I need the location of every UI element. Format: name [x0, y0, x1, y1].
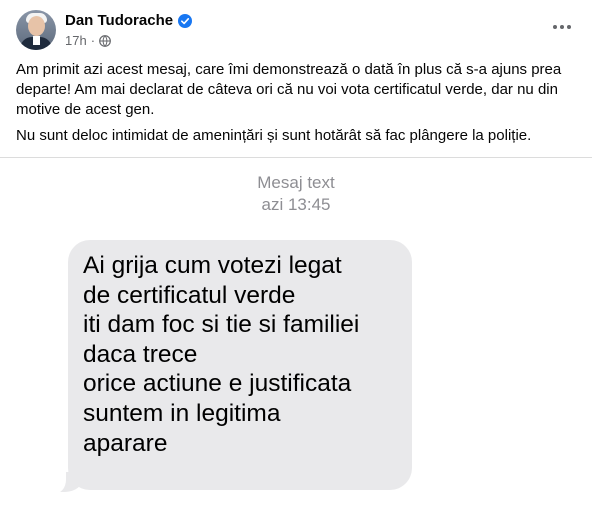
post-header: Dan Tudorache 17h · [16, 8, 193, 52]
post-paragraph: Am primit azi acest mesaj, care îmi demo… [16, 61, 562, 118]
globe-icon[interactable] [99, 34, 111, 47]
author-name[interactable]: Dan Tudorache [65, 12, 173, 29]
more-dot-icon [560, 25, 564, 29]
author-avatar[interactable] [16, 10, 56, 50]
separator-dot: · [90, 33, 96, 48]
message-line: iti dam foc si tie si familiei [83, 311, 360, 339]
message-line: Ai grija cum votezi legat [83, 252, 342, 279]
more-dot-icon [553, 25, 557, 29]
avatar-face [28, 16, 45, 36]
post-paragraph: Nu sunt deloc intimidat de amenințări și… [16, 127, 532, 144]
sms-header-time: azi 13:45 [261, 195, 331, 214]
more-options-button[interactable] [548, 13, 576, 41]
message-line: daca trece [83, 340, 198, 368]
verified-icon [178, 13, 193, 28]
sms-header-label: Mesaj text [257, 173, 335, 192]
author-row: Dan Tudorache [65, 11, 193, 31]
message-line: aparare [83, 429, 168, 457]
message-line: suntem in legitima [83, 399, 281, 427]
message-bubble: Ai grija cum votezi legat de certificatu… [68, 240, 412, 490]
more-dot-icon [567, 25, 571, 29]
post-meta: Dan Tudorache 17h · [65, 11, 193, 50]
post-subline: 17h · [65, 32, 192, 50]
sms-header: Mesaj text azi 13:45 [0, 172, 592, 216]
message-line: orice actiune e justificata [83, 370, 352, 398]
sms-screenshot[interactable]: Mesaj text azi 13:45 Ai grija cum votezi… [0, 158, 592, 516]
message-line: de certificatul verde [83, 281, 296, 309]
post-text: Am primit azi acest mesaj, care îmi demo… [16, 60, 576, 152]
avatar-shirt [33, 36, 40, 45]
post-timestamp[interactable]: 17h [65, 33, 87, 48]
